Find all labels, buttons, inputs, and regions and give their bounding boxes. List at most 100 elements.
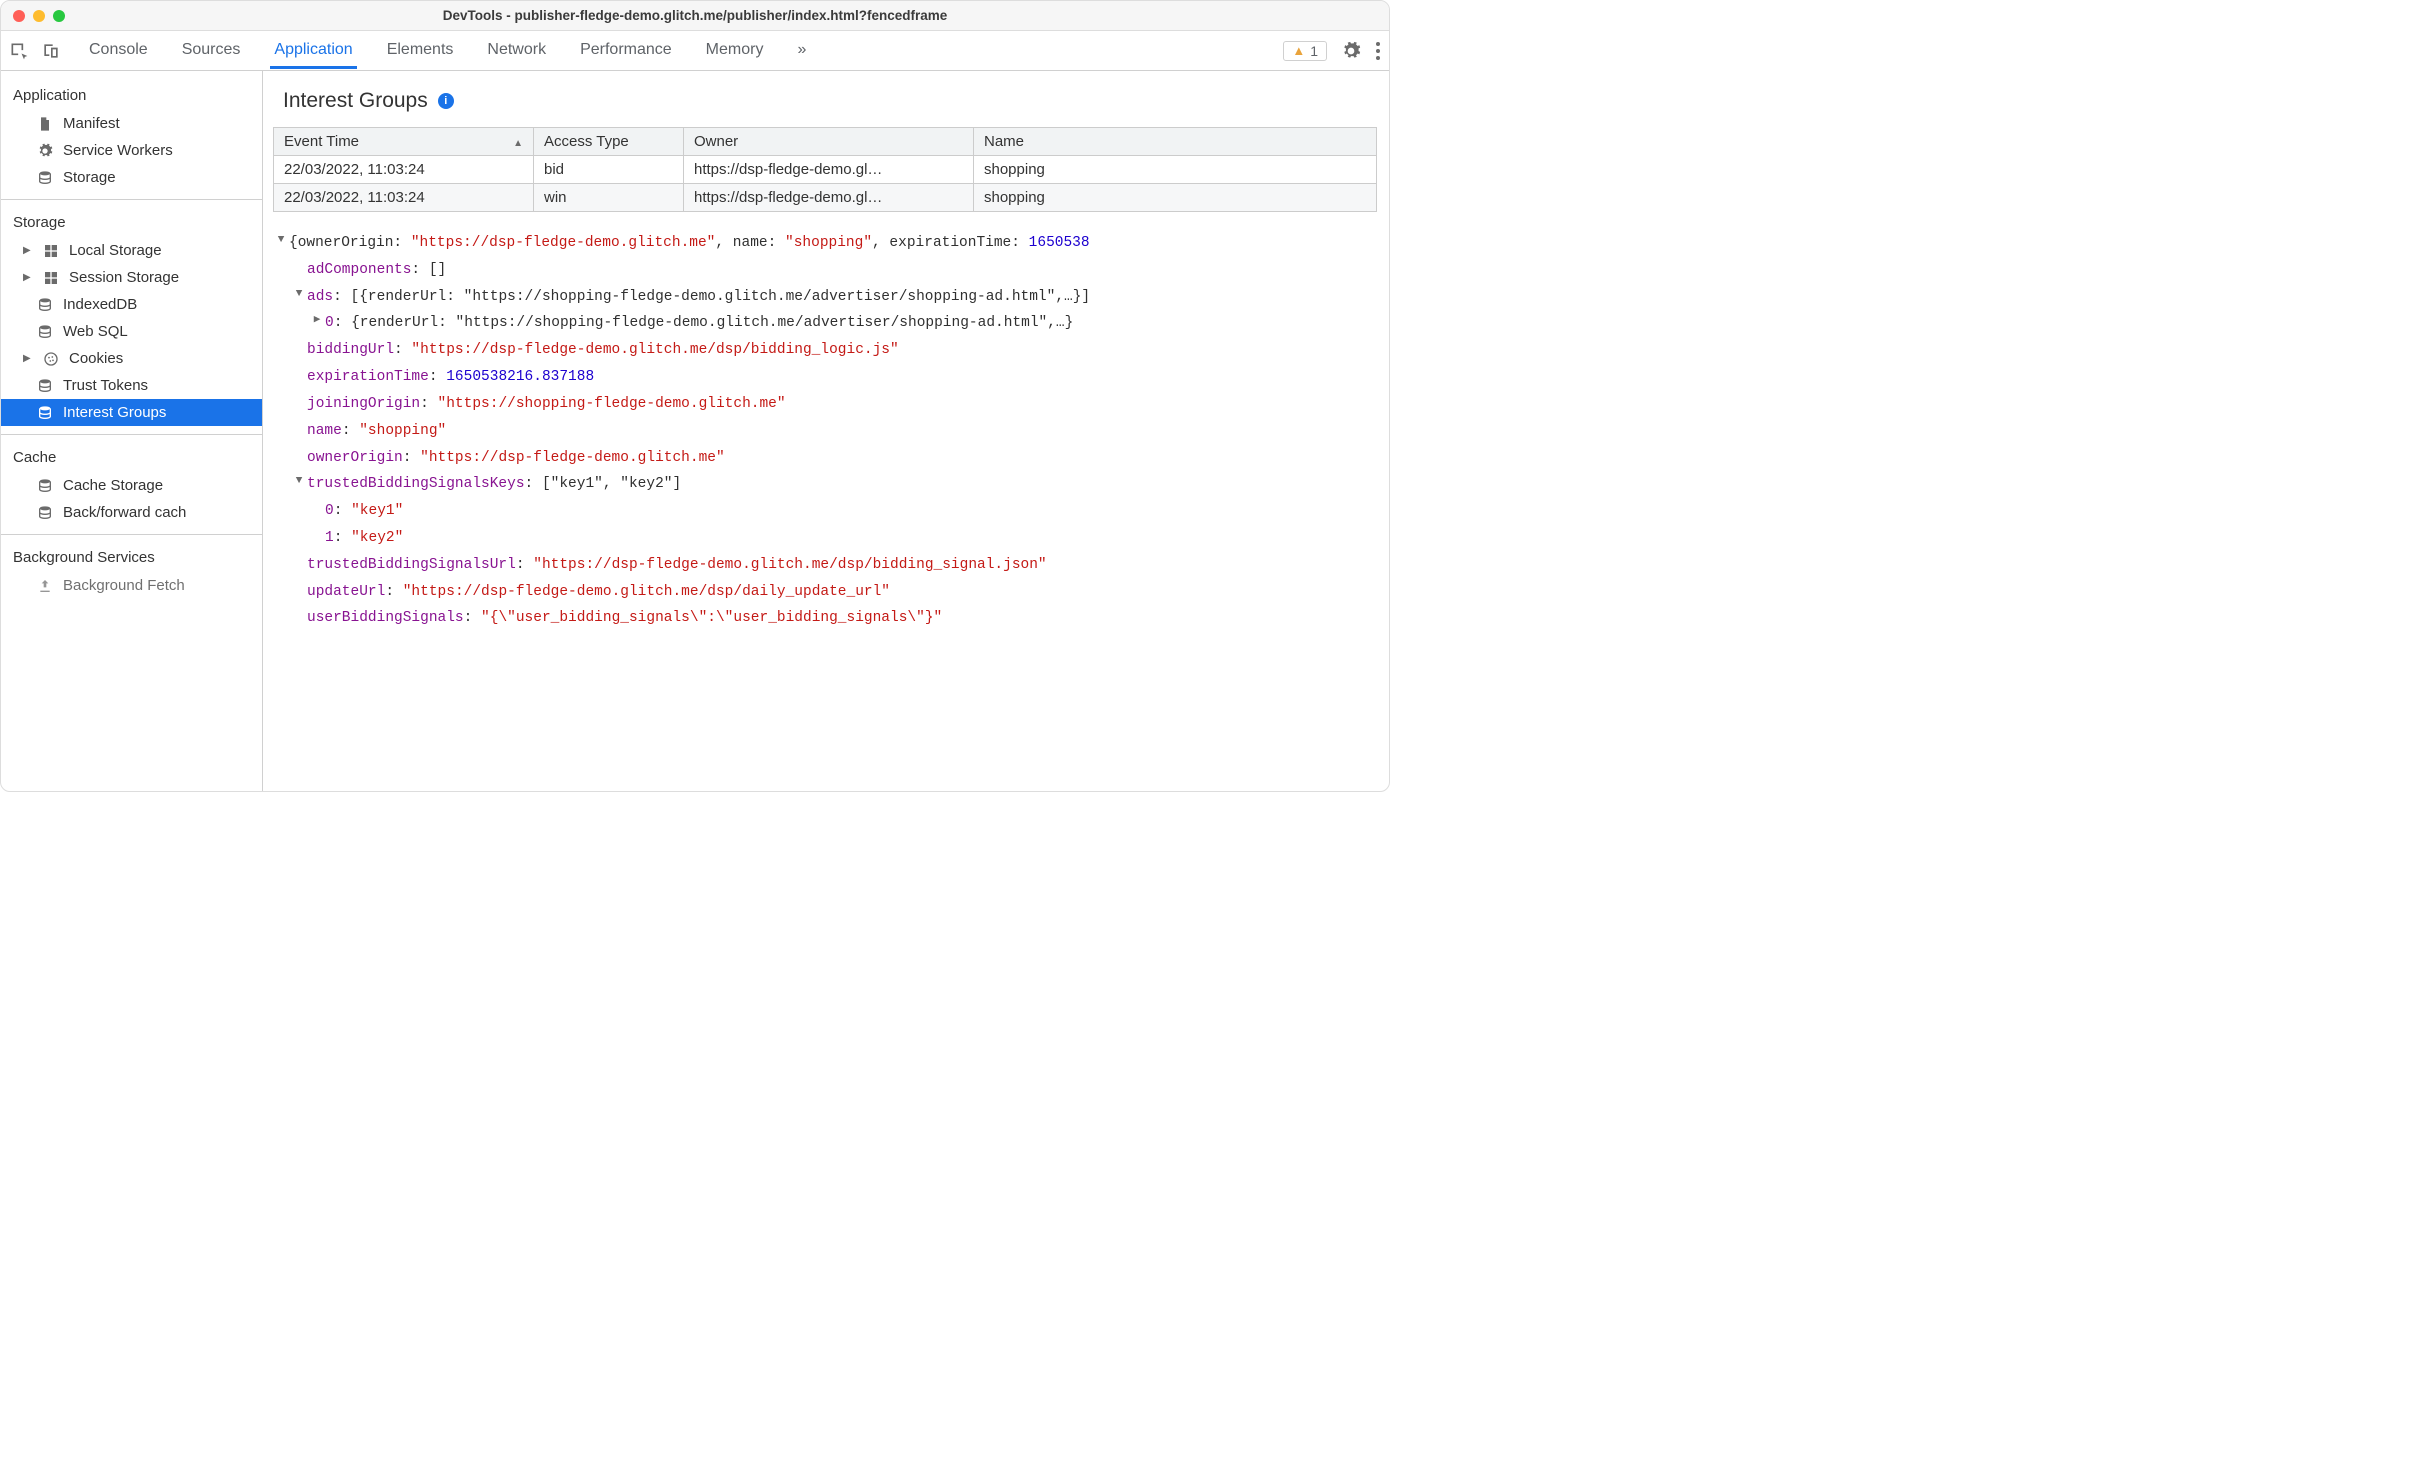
database-icon bbox=[37, 324, 53, 340]
grid-icon bbox=[43, 270, 59, 286]
sidebar-item-session-storage[interactable]: ▶ Session Storage bbox=[1, 264, 262, 291]
tab-sources[interactable]: Sources bbox=[178, 33, 245, 69]
sidebar-item-label: Back/forward cach bbox=[63, 504, 186, 521]
chevron-right-icon: ▶ bbox=[23, 272, 33, 283]
titlebar: DevTools - publisher-fledge-demo.glitch.… bbox=[1, 1, 1389, 31]
expander-icon[interactable]: ▶ bbox=[309, 310, 325, 337]
chevron-right-icon: ▶ bbox=[23, 245, 33, 256]
database-icon bbox=[37, 378, 53, 394]
sidebar-item-label: IndexedDB bbox=[63, 296, 137, 313]
sidebar-item-interest-groups[interactable]: Interest Groups bbox=[1, 399, 262, 426]
sidebar-item-label: Background Fetch bbox=[63, 577, 185, 594]
sidebar-header-application: Application bbox=[1, 81, 262, 110]
col-access-type[interactable]: Access Type bbox=[534, 128, 684, 156]
sidebar-item-label: Session Storage bbox=[69, 269, 179, 286]
window-title: DevTools - publisher-fledge-demo.glitch.… bbox=[1, 8, 1389, 23]
sidebar-item-manifest[interactable]: Manifest bbox=[1, 110, 262, 137]
settings-icon[interactable] bbox=[1341, 41, 1361, 61]
detail-topline: {ownerOrigin: "https://dsp-fledge-demo.g… bbox=[289, 230, 1090, 257]
sidebar-item-bfcache[interactable]: Back/forward cach bbox=[1, 499, 262, 526]
sidebar-header-storage: Storage bbox=[1, 208, 262, 237]
window-close-button[interactable] bbox=[13, 10, 25, 22]
warning-count: 1 bbox=[1310, 43, 1318, 59]
expander-icon[interactable]: ▼ bbox=[273, 230, 289, 257]
sidebar-header-bgservices: Background Services bbox=[1, 543, 262, 572]
cell-time: 22/03/2022, 11:03:24 bbox=[274, 184, 534, 212]
sidebar-item-label: Storage bbox=[63, 169, 116, 186]
table-row[interactable]: 22/03/2022, 11:03:24 win https://dsp-fle… bbox=[274, 184, 1377, 212]
sidebar-item-label: Service Workers bbox=[63, 142, 173, 159]
sidebar-item-indexeddb[interactable]: IndexedDB bbox=[1, 291, 262, 318]
sidebar-separator bbox=[1, 534, 262, 535]
interest-groups-table: Event Time▲ Access Type Owner Name 22/03… bbox=[273, 127, 1377, 212]
sidebar-item-label: Local Storage bbox=[69, 242, 162, 259]
tabs-overflow-button[interactable]: » bbox=[793, 33, 810, 69]
device-toggle-icon[interactable] bbox=[41, 41, 61, 61]
cell-name: shopping bbox=[974, 156, 1377, 184]
expander-icon[interactable]: ▼ bbox=[291, 284, 307, 311]
database-icon bbox=[37, 170, 53, 186]
sidebar-separator bbox=[1, 199, 262, 200]
tab-memory[interactable]: Memory bbox=[702, 33, 768, 69]
tab-elements[interactable]: Elements bbox=[383, 33, 458, 69]
cell-type: win bbox=[534, 184, 684, 212]
sidebar-item-storage[interactable]: Storage bbox=[1, 164, 262, 191]
database-icon bbox=[37, 405, 53, 421]
detail-pane: ▼{ownerOrigin: "https://dsp-fledge-demo.… bbox=[263, 212, 1389, 642]
database-icon bbox=[37, 505, 53, 521]
gear-icon bbox=[37, 143, 53, 159]
sidebar-item-cookies[interactable]: ▶ Cookies bbox=[1, 345, 262, 372]
sidebar-item-cache-storage[interactable]: Cache Storage bbox=[1, 472, 262, 499]
tab-console[interactable]: Console bbox=[85, 33, 152, 69]
database-icon bbox=[37, 297, 53, 313]
tab-performance[interactable]: Performance bbox=[576, 33, 676, 69]
sidebar-item-label: Manifest bbox=[63, 115, 120, 132]
chevron-right-icon: ▶ bbox=[23, 353, 33, 364]
tabstrip: Console Sources Application Elements Net… bbox=[1, 31, 1389, 71]
sidebar-item-local-storage[interactable]: ▶ Local Storage bbox=[1, 237, 262, 264]
cell-time: 22/03/2022, 11:03:24 bbox=[274, 156, 534, 184]
expander-icon[interactable]: ▼ bbox=[291, 471, 307, 498]
cell-owner: https://dsp-fledge-demo.gl… bbox=[684, 184, 974, 212]
cell-name: shopping bbox=[974, 184, 1377, 212]
sidebar-item-service-workers[interactable]: Service Workers bbox=[1, 137, 262, 164]
devtools-window: DevTools - publisher-fledge-demo.glitch.… bbox=[0, 0, 1390, 792]
sidebar-item-label: Interest Groups bbox=[63, 404, 166, 421]
tab-network[interactable]: Network bbox=[483, 33, 550, 69]
panel-title: Interest Groups bbox=[283, 89, 428, 113]
database-icon bbox=[37, 478, 53, 494]
window-controls bbox=[1, 10, 65, 22]
more-menu-icon[interactable] bbox=[1375, 41, 1381, 61]
sidebar-item-trust-tokens[interactable]: Trust Tokens bbox=[1, 372, 262, 399]
sidebar-item-websql[interactable]: Web SQL bbox=[1, 318, 262, 345]
sidebar-item-label: Web SQL bbox=[63, 323, 128, 340]
upload-icon bbox=[37, 578, 53, 594]
warnings-badge[interactable]: ▲ 1 bbox=[1283, 41, 1327, 61]
col-name[interactable]: Name bbox=[974, 128, 1377, 156]
panel-tabs: Console Sources Application Elements Net… bbox=[85, 33, 810, 69]
warning-icon: ▲ bbox=[1292, 43, 1305, 58]
sort-asc-icon: ▲ bbox=[513, 138, 523, 149]
sidebar-item-label: Trust Tokens bbox=[63, 377, 148, 394]
cookie-icon bbox=[43, 351, 59, 367]
sidebar-item-background-fetch[interactable]: Background Fetch bbox=[1, 572, 262, 599]
sidebar-separator bbox=[1, 434, 262, 435]
table-row[interactable]: 22/03/2022, 11:03:24 bid https://dsp-fle… bbox=[274, 156, 1377, 184]
sidebar-item-label: Cookies bbox=[69, 350, 123, 367]
main-panel: Interest Groups i Event Time▲ Access Typ… bbox=[263, 71, 1389, 791]
grid-icon bbox=[43, 243, 59, 259]
col-event-time[interactable]: Event Time▲ bbox=[274, 128, 534, 156]
panel-heading: Interest Groups i bbox=[263, 71, 1389, 127]
cell-owner: https://dsp-fledge-demo.gl… bbox=[684, 156, 974, 184]
sidebar-header-cache: Cache bbox=[1, 443, 262, 472]
sidebar-item-label: Cache Storage bbox=[63, 477, 163, 494]
file-icon bbox=[37, 116, 53, 132]
inspect-icon[interactable] bbox=[9, 41, 29, 61]
window-zoom-button[interactable] bbox=[53, 10, 65, 22]
cell-type: bid bbox=[534, 156, 684, 184]
info-icon[interactable]: i bbox=[438, 93, 454, 109]
sidebar: Application Manifest Service Workers Sto… bbox=[1, 71, 263, 791]
window-minimize-button[interactable] bbox=[33, 10, 45, 22]
tab-application[interactable]: Application bbox=[270, 33, 356, 69]
col-owner[interactable]: Owner bbox=[684, 128, 974, 156]
